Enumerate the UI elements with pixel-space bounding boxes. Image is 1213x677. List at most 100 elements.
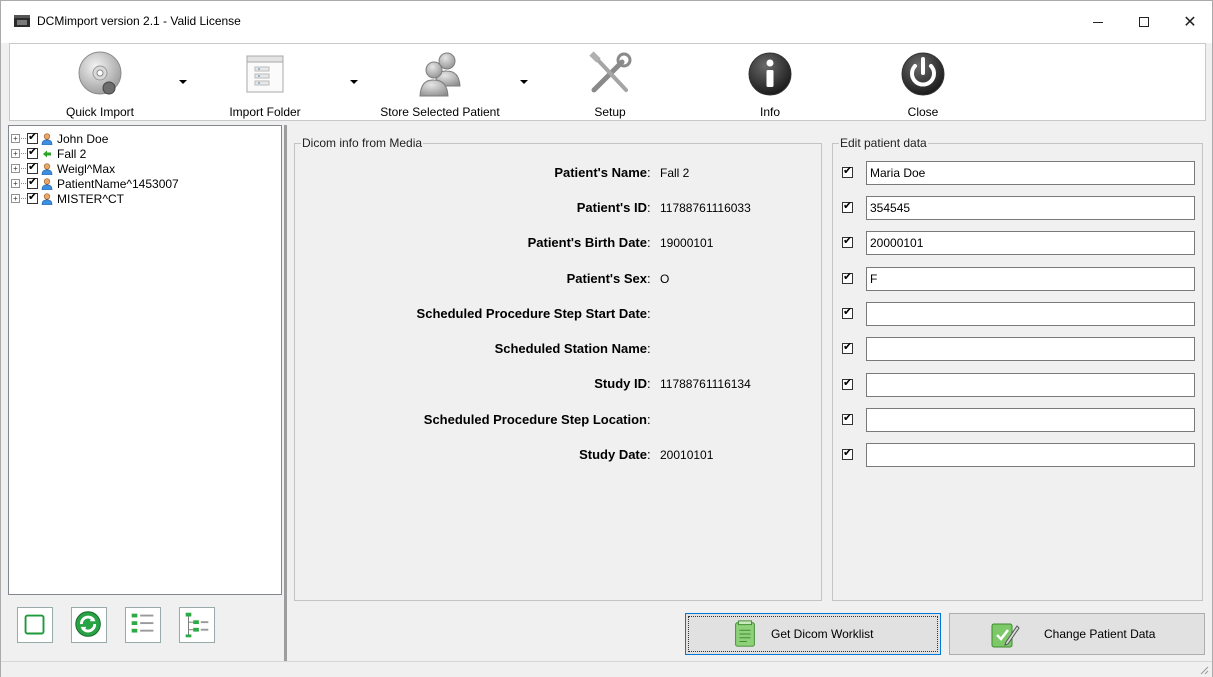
status-bar: [1, 661, 1212, 677]
quick-import-button[interactable]: Quick Import: [50, 48, 150, 120]
app-window: DCMimport version 2.1 - Valid License ✕ …: [0, 0, 1213, 677]
study-id-field[interactable]: [866, 373, 1195, 397]
edit-row-sex: [833, 267, 1204, 291]
resize-grip-icon[interactable]: [1199, 665, 1209, 675]
study-date-field[interactable]: [866, 443, 1195, 467]
tree-item[interactable]: + MISTER^CT: [11, 191, 124, 206]
tree-item[interactable]: + Weigl^Max: [11, 161, 115, 176]
station-name-field[interactable]: [866, 337, 1195, 361]
edit-row-study-date: [833, 443, 1204, 467]
close-app-label: Close: [907, 105, 939, 119]
info-value: 20010101: [660, 448, 714, 462]
list-view-button[interactable]: [125, 607, 161, 643]
patient-tree[interactable]: + John Doe + Fall 2 + Weigl^Max + Patien…: [8, 125, 282, 595]
info-row-sps-start-date: Scheduled Procedure Step Start Date :: [416, 306, 651, 321]
tree-checkbox[interactable]: [27, 176, 38, 189]
tree-tool-buttons: [8, 597, 282, 661]
edit-checkbox[interactable]: [842, 341, 853, 354]
import-folder-button[interactable]: Import Folder: [215, 48, 315, 120]
folder-window-icon: [246, 55, 284, 93]
tree-checkbox[interactable]: [27, 131, 38, 144]
sex-field[interactable]: [866, 267, 1195, 291]
edit-checkbox[interactable]: [842, 165, 853, 178]
store-patient-dropdown-icon[interactable]: [520, 80, 528, 84]
info-label: Info: [759, 105, 780, 119]
title-bar[interactable]: DCMimport version 2.1 - Valid License ✕: [1, 1, 1212, 43]
tree-checkbox[interactable]: [27, 161, 38, 174]
edit-checkbox[interactable]: [842, 306, 853, 319]
tree-checkbox[interactable]: [27, 191, 38, 204]
edit-checkbox[interactable]: [842, 412, 853, 425]
edit-checkbox[interactable]: [842, 447, 853, 460]
expand-icon[interactable]: +: [11, 149, 20, 158]
import-folder-dropdown-icon[interactable]: [350, 80, 358, 84]
select-none-button[interactable]: [17, 607, 53, 643]
info-row-study-id: Study ID : 11788761116134: [594, 376, 751, 391]
change-patient-data-button[interactable]: Change Patient Data: [949, 613, 1205, 655]
quick-import-dropdown-icon[interactable]: [179, 80, 187, 84]
tree-item[interactable]: + Fall 2: [11, 146, 86, 161]
tree-item[interactable]: + John Doe: [11, 131, 108, 146]
info-value: 11788761116134: [660, 377, 751, 391]
import-folder-label: Import Folder: [229, 105, 301, 119]
info-label: Scheduled Procedure Step Start Date: [416, 306, 647, 321]
close-window-button[interactable]: ✕: [1167, 1, 1213, 43]
minimize-button[interactable]: [1075, 1, 1121, 43]
edit-patient-group: Edit patient data: [832, 136, 1204, 601]
edit-row-birth-date: [833, 231, 1204, 255]
tools-icon: [589, 51, 632, 93]
tree-item-label: MISTER^CT: [57, 191, 124, 206]
refresh-icon: [75, 611, 101, 637]
info-row-station-name: Scheduled Station Name :: [494, 341, 651, 356]
info-value: O: [660, 272, 670, 286]
person-icon: [41, 132, 53, 145]
sps-location-field[interactable]: [866, 408, 1195, 432]
green-arrow-icon: [43, 150, 51, 157]
expand-icon[interactable]: +: [11, 194, 20, 203]
minimize-icon: [1093, 21, 1103, 23]
tree-item[interactable]: + PatientName^1453007: [11, 176, 179, 191]
info-label: Patient's Sex: [566, 271, 647, 286]
info-label: Patient's ID: [576, 200, 647, 215]
dicom-info-group: Dicom info from Media Patient's Name : F…: [294, 136, 822, 601]
info-label: Scheduled Station Name: [494, 341, 647, 356]
edit-checkbox[interactable]: [842, 271, 853, 284]
info-row-sps-location: Scheduled Procedure Step Location :: [423, 412, 651, 427]
edit-row-name: [833, 161, 1204, 185]
maximize-button[interactable]: [1121, 1, 1167, 43]
info-row-sex: Patient's Sex : O: [566, 271, 670, 286]
panel-splitter[interactable]: [284, 125, 287, 662]
expand-icon[interactable]: +: [11, 179, 20, 188]
info-icon: [748, 52, 792, 96]
quick-import-label: Quick Import: [65, 105, 134, 119]
info-label: Patient's Birth Date: [527, 235, 647, 250]
tree-view-button[interactable]: [179, 607, 215, 643]
get-dicom-worklist-button[interactable]: Get Dicom Worklist: [685, 613, 941, 655]
dicom-info-title: Dicom info from Media: [301, 136, 424, 150]
get-worklist-label: Get Dicom Worklist: [771, 627, 874, 641]
expand-icon[interactable]: +: [11, 164, 20, 173]
setup-button[interactable]: Setup: [570, 48, 650, 120]
tree-checkbox[interactable]: [27, 146, 38, 159]
expand-icon[interactable]: +: [11, 134, 20, 143]
sps-start-date-field[interactable]: [866, 302, 1195, 326]
edit-checkbox[interactable]: [842, 377, 853, 390]
square-icon: [24, 614, 45, 635]
info-row-birth-date: Patient's Birth Date : 19000101: [527, 235, 714, 250]
birth-date-field[interactable]: [866, 231, 1195, 255]
edit-checkbox[interactable]: [842, 200, 853, 213]
patient-name-field[interactable]: [866, 161, 1195, 185]
store-selected-patient-button[interactable]: Store Selected Patient: [365, 48, 515, 120]
refresh-button[interactable]: [71, 607, 107, 643]
close-app-button[interactable]: Close: [883, 48, 963, 120]
patient-id-field[interactable]: [866, 196, 1195, 220]
info-value: 19000101: [660, 236, 714, 250]
person-icon: [41, 162, 53, 175]
close-icon: ✕: [1183, 14, 1197, 31]
info-row-study-date: Study Date : 20010101: [579, 447, 714, 462]
tree-item-label: Fall 2: [57, 146, 87, 161]
cd-disc-icon: [78, 51, 122, 95]
info-button[interactable]: Info: [730, 48, 810, 120]
edit-checkbox[interactable]: [842, 235, 853, 248]
setup-label: Setup: [594, 105, 626, 119]
